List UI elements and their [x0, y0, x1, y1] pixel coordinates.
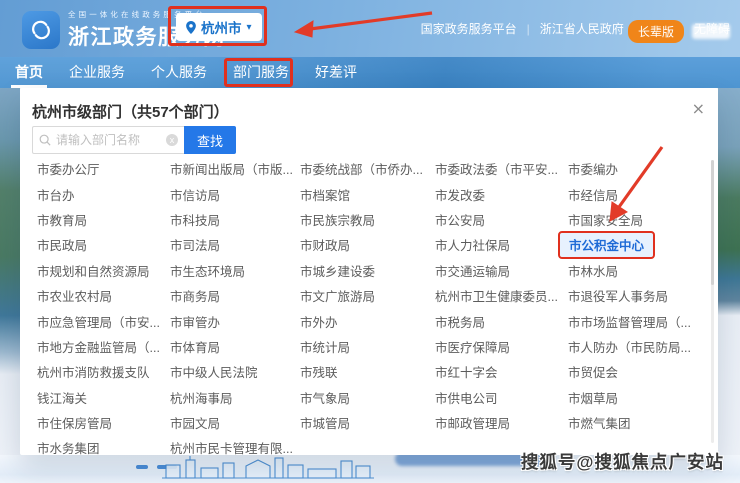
department-item[interactable]: 市医疗保障局	[435, 337, 568, 356]
department-item[interactable]: 市人防办（市民防局...	[568, 337, 704, 356]
location-label: 杭州市	[201, 17, 242, 37]
nav-item[interactable]: 企业服务	[69, 57, 125, 88]
department-item[interactable]: 市统计局	[300, 337, 435, 356]
department-item[interactable]: 市水务集团	[37, 438, 170, 457]
department-item[interactable]: 市委编办	[568, 159, 704, 178]
department-item[interactable]: 杭州市民卡管理有限...	[170, 438, 300, 457]
department-item[interactable]: 市司法局	[170, 235, 300, 254]
department-item[interactable]: 市烟草局	[568, 388, 704, 407]
department-item[interactable]: 市科技局	[170, 210, 300, 229]
modal-scrollbar[interactable]	[711, 160, 714, 443]
department-item[interactable]: 市教育局	[37, 210, 170, 229]
location-pin-icon	[186, 21, 196, 34]
department-item[interactable]: 市商务局	[170, 286, 300, 305]
department-item[interactable]: 市档案馆	[300, 185, 435, 204]
department-item[interactable]: 市住保房管局	[37, 413, 170, 432]
department-item[interactable]: 市台办	[37, 185, 170, 204]
department-item[interactable]: 市红十字会	[435, 362, 568, 381]
department-grid: 市委办公厅市新闻出版局（市版...市委统战部（市侨办...市委政法委（市平安..…	[37, 156, 704, 461]
department-item[interactable]: 市财政局	[300, 235, 435, 254]
nav-item[interactable]: 部门服务	[233, 57, 289, 88]
department-item[interactable]: 杭州市消防救援支队	[37, 362, 170, 381]
department-item[interactable]: 市审管办	[170, 312, 300, 331]
department-item[interactable]: 杭州海事局	[170, 388, 300, 407]
department-item[interactable]: 市应急管理局（市安...	[37, 312, 170, 331]
department-item[interactable]: 市交通运输局	[435, 261, 568, 280]
department-item[interactable]: 市供电公司	[435, 388, 568, 407]
department-item[interactable]: 市经信局	[568, 185, 704, 204]
department-item[interactable]: 市生态环境局	[170, 261, 300, 280]
nav-item[interactable]: 首页	[15, 57, 43, 88]
elder-version-button[interactable]: 长辈版	[628, 20, 684, 43]
search-button[interactable]: 查找	[184, 126, 236, 154]
close-icon[interactable]: ×	[692, 101, 705, 117]
department-item[interactable]: 市燃气集团	[568, 413, 704, 432]
background-photo-left	[0, 88, 20, 455]
department-item[interactable]: 市新闻出版局（市版...	[170, 159, 300, 178]
department-item[interactable]: 市委政法委（市平安...	[435, 159, 568, 178]
department-item[interactable]: 市城管局	[300, 413, 435, 432]
department-modal: 杭州市级部门（共57个部门） × x 查找 市委办公厅市新闻出版局（市版...市…	[20, 88, 718, 455]
department-item[interactable]: 市地方金融监管局（...	[37, 337, 170, 356]
department-item[interactable]: 市民族宗教局	[300, 210, 435, 229]
department-item[interactable]: 市信访局	[170, 185, 300, 204]
caret-down-icon: ▾	[247, 22, 252, 33]
department-item[interactable]: 市林水局	[568, 261, 704, 280]
department-item[interactable]: 市委办公厅	[37, 159, 170, 178]
logo-emblem-icon	[22, 11, 60, 49]
department-item[interactable]: 市民政局	[37, 235, 170, 254]
department-search-input[interactable]	[56, 133, 166, 147]
department-item[interactable]: 市城乡建设委	[300, 261, 435, 280]
department-item[interactable]: 市残联	[300, 362, 435, 381]
department-item[interactable]: 市体育局	[170, 337, 300, 356]
location-selector[interactable]: 杭州市 ▾	[176, 13, 262, 41]
department-item[interactable]: 市公安局	[435, 210, 568, 229]
search-row: x 查找	[32, 126, 236, 154]
search-icon	[39, 134, 51, 146]
department-item[interactable]: 市邮政管理局	[435, 413, 568, 432]
department-item[interactable]: 市园文局	[170, 413, 300, 432]
department-item[interactable]: 市气象局	[300, 388, 435, 407]
department-item[interactable]: 市中级人民法院	[170, 362, 300, 381]
watermark-text: 搜狐号@搜狐焦点广安站	[521, 449, 724, 474]
department-item[interactable]: 钱江海关	[37, 388, 170, 407]
department-item[interactable]: 市规划和自然资源局	[37, 261, 170, 280]
search-box: x	[32, 126, 184, 154]
nav-item[interactable]: 好差评	[315, 57, 357, 88]
department-item[interactable]: 市公积金中心	[558, 231, 655, 259]
department-item[interactable]: 市发改委	[435, 185, 568, 204]
clear-icon[interactable]: x	[166, 134, 178, 146]
blurred-user-chip	[692, 24, 730, 39]
department-item[interactable]: 市外办	[300, 312, 435, 331]
main-nav: 首页企业服务个人服务部门服务好差评	[0, 57, 740, 88]
department-item[interactable]: 市文广旅游局	[300, 286, 435, 305]
department-item[interactable]: 市退役军人事务局	[568, 286, 704, 305]
header-actions: 长辈版	[282, 20, 730, 43]
department-item[interactable]: 杭州市卫生健康委员...	[435, 286, 568, 305]
page: 全国一体化在线政务服务平台 浙江政务服务网 杭州市 ▾ 国家政务服务平台浙江省人…	[0, 0, 740, 483]
department-item[interactable]: 市税务局	[435, 312, 568, 331]
department-item[interactable]: 市国家安全局	[568, 210, 704, 229]
department-item[interactable]: 市贸促会	[568, 362, 704, 381]
modal-title: 杭州市级部门（共57个部门）	[32, 101, 229, 122]
background-photo-right	[718, 88, 740, 455]
department-item[interactable]: 市人力社保局	[435, 235, 568, 254]
department-item[interactable]: 市委统战部（市侨办...	[300, 159, 435, 178]
scrollbar-thumb[interactable]	[711, 160, 714, 285]
department-item[interactable]: 市市场监督管理局（...	[568, 312, 704, 331]
department-item[interactable]: 市农业农村局	[37, 286, 170, 305]
nav-item[interactable]: 个人服务	[151, 57, 207, 88]
